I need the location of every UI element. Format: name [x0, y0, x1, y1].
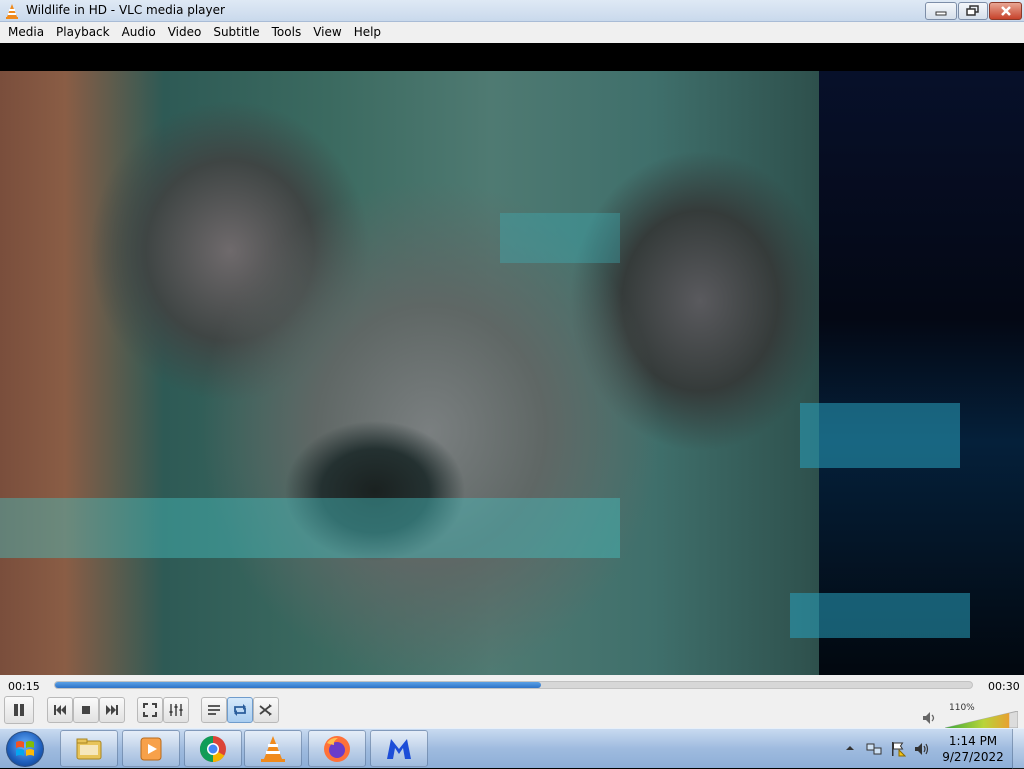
stop-button[interactable] [73, 697, 99, 723]
fullscreen-icon [143, 703, 157, 717]
menu-view[interactable]: View [307, 22, 347, 43]
menu-playback[interactable]: Playback [50, 22, 116, 43]
menu-video[interactable]: Video [162, 22, 208, 43]
taskbar-windows-explorer[interactable] [60, 730, 118, 767]
random-icon [259, 704, 272, 716]
media-player-icon [140, 737, 162, 760]
taskbar-vlc[interactable] [244, 730, 302, 767]
taskbar-windows-media-player[interactable] [122, 730, 180, 767]
windows-logo-icon [16, 741, 34, 756]
vlc-icon [261, 735, 285, 762]
video-glitch-band [500, 213, 620, 263]
speaker-icon[interactable] [922, 711, 938, 725]
playback-controls: 00:15 00:30 110% [0, 675, 1024, 728]
random-button[interactable] [253, 697, 279, 723]
seek-bar[interactable] [54, 681, 973, 689]
loop-button[interactable] [227, 697, 253, 723]
playlist-icon [208, 705, 220, 715]
chrome-icon [199, 735, 226, 762]
video-glitch-band [0, 498, 620, 558]
restore-icon [966, 5, 979, 16]
taskbar-malwarebytes[interactable] [370, 730, 428, 767]
loop-icon [234, 704, 246, 716]
volume-slider[interactable] [945, 711, 1018, 728]
video-area[interactable] [0, 43, 1024, 675]
clock-date[interactable]: 9/27/2022 [942, 750, 1004, 764]
minimize-icon [935, 11, 947, 16]
pause-button[interactable] [4, 696, 34, 724]
pause-icon [14, 704, 24, 716]
firefox-icon [324, 735, 350, 762]
show-hidden-icons-icon[interactable] [845, 743, 855, 753]
video-glitch-band [800, 403, 960, 468]
close-button[interactable] [989, 2, 1022, 20]
malwarebytes-icon [387, 738, 411, 759]
extended-settings-button[interactable] [163, 697, 189, 723]
vlc-cone-icon [4, 3, 20, 19]
next-button[interactable] [99, 697, 125, 723]
menu-media[interactable]: Media [0, 22, 50, 43]
menu-tools[interactable]: Tools [266, 22, 308, 43]
close-icon [1000, 6, 1011, 16]
menu-subtitle[interactable]: Subtitle [207, 22, 265, 43]
elapsed-time: 00:15 [8, 680, 40, 693]
network-icon[interactable] [866, 741, 882, 757]
window-title: Wildlife in HD - VLC media player [26, 3, 225, 17]
menu-audio[interactable]: Audio [116, 22, 162, 43]
previous-icon [54, 705, 66, 715]
title-bar: Wildlife in HD - VLC media player [0, 0, 1024, 22]
seek-bar-fill [55, 682, 541, 688]
menu-bar: Media Playback Audio Video Subtitle Tool… [0, 22, 1024, 43]
restore-button[interactable] [958, 2, 988, 20]
taskbar: 1:14 PM 9/27/2022 [0, 728, 1024, 769]
minimize-button[interactable] [925, 2, 957, 20]
folder-icon [76, 738, 102, 759]
next-icon [106, 705, 118, 715]
video-frame-koala [0, 71, 819, 675]
volume-tray-icon[interactable] [914, 741, 930, 757]
taskbar-chrome[interactable] [184, 730, 242, 767]
total-time[interactable]: 00:30 [988, 680, 1020, 693]
start-button[interactable] [6, 731, 44, 767]
extended-settings-icon [169, 704, 183, 716]
clock-time[interactable]: 1:14 PM [945, 734, 1001, 748]
action-center-flag-icon[interactable] [890, 741, 906, 757]
video-glitch-band [790, 593, 970, 638]
stop-icon [82, 706, 90, 714]
taskbar-firefox[interactable] [308, 730, 366, 767]
show-desktop-button[interactable] [1012, 729, 1024, 769]
previous-button[interactable] [47, 697, 73, 723]
fullscreen-button[interactable] [137, 697, 163, 723]
menu-help[interactable]: Help [348, 22, 387, 43]
playlist-button[interactable] [201, 697, 227, 723]
video-frame-glitch-region [819, 71, 1024, 675]
